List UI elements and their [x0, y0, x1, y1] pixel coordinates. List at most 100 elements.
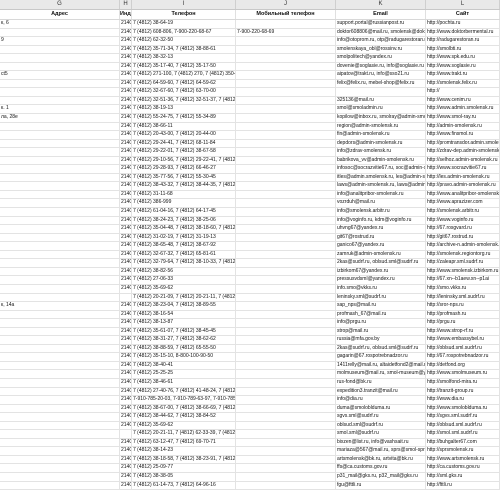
- cell-address[interactable]: [0, 319, 120, 327]
- cell-mobile[interactable]: [236, 310, 336, 319]
- cell-mobile[interactable]: [236, 284, 336, 293]
- cell-phone[interactable]: 7 (4812) 20-21-11, 7 (4812) 62-33-39, 7 …: [132, 430, 236, 438]
- cell-site[interactable]: http://ca.customs.gov.ru: [426, 464, 500, 472]
- cell-email[interactable]: ffs@ca.customs.gov.ru: [336, 464, 426, 472]
- cell-phone[interactable]: 7 (4812) 61-04-16, 7 (4812) 64-17-45: [132, 208, 236, 216]
- cell-mobile[interactable]: [236, 293, 336, 302]
- cell-site[interactable]: http://smolensk.arbitr.ru: [426, 208, 500, 216]
- cell-phone[interactable]: 7 (4812) 35-61-07, 7 (4812) 38-45-45: [132, 327, 236, 336]
- cell-email[interactable]: info@voginfo.ru, kdm@voginfo.ru: [336, 216, 426, 225]
- cell-phone[interactable]: 7 (4812) 38-43-32, 7 (4812) 38-44-35, 7 …: [132, 182, 236, 190]
- cell-phone[interactable]: 7 (4812) 38-46-61: [132, 378, 236, 387]
- cell-index[interactable]: 214018: [120, 131, 132, 139]
- cell-address[interactable]: к, 6: [0, 20, 120, 28]
- cell-index[interactable]: 214000: [120, 182, 132, 190]
- cell-address[interactable]: [0, 396, 120, 404]
- cell-index[interactable]: 214005: [120, 79, 132, 88]
- cell-site[interactable]: http://www.smolmuseum.ru: [426, 370, 500, 378]
- column-letter-i[interactable]: I: [132, 0, 236, 9]
- cell-mobile[interactable]: [236, 131, 336, 139]
- cell-email[interactable]: duma@smoloblduma.ru: [336, 404, 426, 413]
- cell-address[interactable]: к. 1: [0, 105, 120, 114]
- cell-phone[interactable]: 7 (4812) 32-67-32, 7 (4812) 65-81-61: [132, 250, 236, 259]
- cell-mobile[interactable]: [236, 37, 336, 45]
- cell-site[interactable]: http://tranzit-group.ru: [426, 387, 500, 396]
- cell-email[interactable]: molmuseum@mail.ru, smol-museum@yandex.ru: [336, 370, 426, 378]
- cell-address[interactable]: [0, 370, 120, 378]
- cell-index[interactable]: 214000: [120, 199, 132, 208]
- cell-mobile[interactable]: [236, 233, 336, 242]
- cell-email[interactable]: info@analitpribor-smolensk.ru: [336, 190, 426, 199]
- cell-phone[interactable]: 7-910-785-20-03, 7-910-789-63-97, 7-910-…: [132, 396, 236, 404]
- cell-site[interactable]: http://smolbti.ru: [426, 45, 500, 54]
- cell-phone[interactable]: 7 (4812) 29-10-56, 7 (4812) 29-22-41, 7 …: [132, 156, 236, 165]
- cell-index[interactable]: 214032: [120, 387, 132, 396]
- cell-site[interactable]: http://www.finsmol.ru: [426, 131, 500, 139]
- cell-phone[interactable]: 7 (4812) 29-22-01, 7 (4812) 38-67-58: [132, 148, 236, 156]
- cell-index[interactable]: [120, 293, 132, 302]
- cell-mobile[interactable]: [236, 404, 336, 413]
- cell-index[interactable]: 214019: [120, 481, 132, 490]
- cell-address[interactable]: [0, 413, 120, 421]
- cell-mobile[interactable]: [236, 472, 336, 481]
- cell-address[interactable]: [0, 96, 120, 105]
- cell-index[interactable]: 214000: [120, 122, 132, 131]
- cell-address[interactable]: [0, 182, 120, 190]
- cell-site[interactable]: http://www.doktorbermental.ru: [426, 28, 500, 37]
- cell-email[interactable]: felix@felix.ru, mebel-shop@felix.ru: [336, 79, 426, 88]
- cell-index[interactable]: 214000: [120, 20, 132, 28]
- cell-email[interactable]: fin@admin-smolensk.ru: [336, 131, 426, 139]
- cell-email[interactable]: smol@smoladmin.ru: [336, 105, 426, 114]
- cell-email[interactable]: support.portal@russianpost.ru: [336, 20, 426, 28]
- cell-mobile[interactable]: [236, 54, 336, 62]
- cell-phone[interactable]: 7 (4812) 35-69-62: [132, 421, 236, 430]
- cell-index[interactable]: 214000: [120, 165, 132, 173]
- cell-site[interactable]: http://www.trakt.ru: [426, 71, 500, 79]
- cell-index[interactable]: 214000: [120, 378, 132, 387]
- cell-address[interactable]: [0, 464, 120, 472]
- cell-site[interactable]: http://profmash.ru: [426, 310, 500, 319]
- cell-phone[interactable]: 7 (4812) 38-38-05: [132, 472, 236, 481]
- cell-address[interactable]: [0, 293, 120, 302]
- cell-site[interactable]: http://www.smolensk.izbirkom.ru: [426, 267, 500, 276]
- cell-index[interactable]: 214000: [120, 464, 132, 472]
- cell-phone[interactable]: 7 (4812) 386-999: [132, 199, 236, 208]
- cell-phone[interactable]: 7 (4812) 31-02-19, 7 (4812) 31-19-13: [132, 233, 236, 242]
- cell-email[interactable]: gagarin@67.rospotrebnadzor.ru: [336, 353, 426, 361]
- cell-email[interactable]: sgvs.sml@sudrf.ru: [336, 413, 426, 421]
- header-index[interactable]: Индекс: [120, 10, 132, 19]
- cell-address[interactable]: [0, 225, 120, 233]
- cell-email[interactable]: info@dia.ru: [336, 396, 426, 404]
- cell-phone[interactable]: 7 (4812) 27-06-33: [132, 276, 236, 284]
- cell-site[interactable]: http://smol.sml.sudrf.ru: [426, 430, 500, 438]
- cell-phone[interactable]: 7 (4812) 62-32-50: [132, 37, 236, 45]
- cell-mobile[interactable]: [236, 353, 336, 361]
- cell-phone[interactable]: 7 (4812) 38-31-27, 7 (4812) 38-62-62: [132, 336, 236, 344]
- cell-site[interactable]: http://promtransdor.admin.smolensk.ru: [426, 139, 500, 148]
- cell-phone[interactable]: 7 (4812) 38-14-23: [132, 447, 236, 455]
- cell-site[interactable]: http://www.embassybel.ru: [426, 336, 500, 344]
- cell-email[interactable]: itles@admin.smolensk.ru, les@admin-smole…: [336, 173, 426, 182]
- cell-mobile[interactable]: [236, 71, 336, 79]
- cell-email[interactable]: leninsky.sml@sudrf.ru: [336, 293, 426, 302]
- cell-index[interactable]: 214018: [120, 404, 132, 413]
- cell-index[interactable]: 214000: [120, 455, 132, 464]
- cell-site[interactable]: http://git67.rostrud.ru: [426, 233, 500, 242]
- cell-site[interactable]: http://www.aprazizer.com: [426, 199, 500, 208]
- cell-address[interactable]: [0, 404, 120, 413]
- cell-phone[interactable]: 7 (4812) 29-24-41, 7 (4812) 68-11-84: [132, 139, 236, 148]
- cell-site[interactable]: http://prgu.ru: [426, 319, 500, 327]
- cell-email[interactable]: git67@rostrud.ru: [336, 233, 426, 242]
- cell-email[interactable]: smolpolitech@yandex.ru: [336, 54, 426, 62]
- cell-site[interactable]: http://: [426, 88, 500, 96]
- cell-phone[interactable]: 7 (4812) 27-40-76, 7 (4812) 41-48-24, 7 …: [132, 387, 236, 396]
- cell-mobile[interactable]: [236, 45, 336, 54]
- cell-phone[interactable]: 7 (4812) 55-24-75, 7 (4812) 55-34-89: [132, 114, 236, 122]
- cell-index[interactable]: 214000: [120, 319, 132, 327]
- cell-address[interactable]: [0, 54, 120, 62]
- cell-index[interactable]: 214000: [120, 447, 132, 455]
- cell-site[interactable]: http://smo.vkks.ru: [426, 284, 500, 293]
- cell-index[interactable]: 214000: [120, 413, 132, 421]
- cell-index[interactable]: 214000: [120, 139, 132, 148]
- cell-mobile[interactable]: [236, 430, 336, 438]
